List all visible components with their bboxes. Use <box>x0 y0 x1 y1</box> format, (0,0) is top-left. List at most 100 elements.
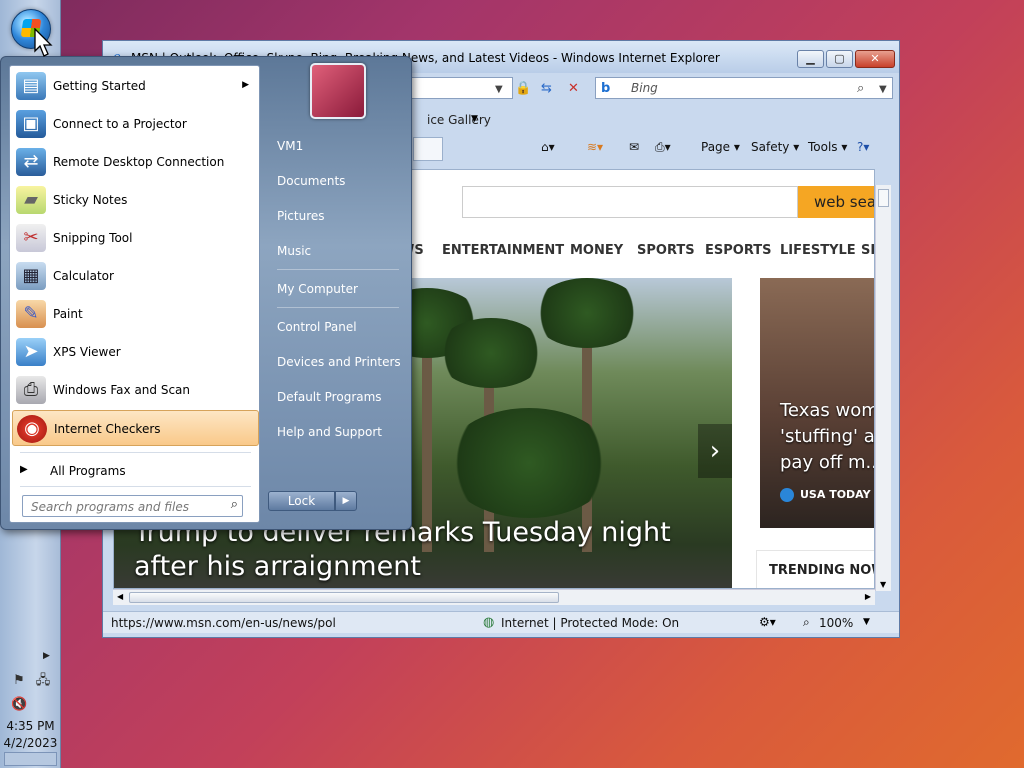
search-icon[interactable]: ⌕ <box>231 497 238 512</box>
address-dropdown-icon[interactable]: ▼ <box>495 84 503 95</box>
paint-icon: ✎ <box>16 300 46 328</box>
print-icon[interactable]: ⎙▾ <box>655 140 671 155</box>
security-zone[interactable]: Internet | Protected Mode: On <box>501 616 679 630</box>
bing-search-placeholder: Bing <box>631 81 658 95</box>
program-label: Remote Desktop Connection <box>53 155 225 169</box>
remote-desktop-icon: ⇄ <box>16 148 46 176</box>
safety-menu[interactable]: Safety ▾ <box>751 140 799 154</box>
network-icon[interactable]: 🖧 <box>35 673 51 689</box>
user-account-picture[interactable] <box>310 63 366 119</box>
carousel-next-button[interactable]: › <box>698 424 732 478</box>
trending-now-header: TRENDING NOW <box>756 550 874 588</box>
msn-search-input[interactable] <box>462 186 798 218</box>
volume-muted-icon[interactable]: 🔇 <box>11 697 27 713</box>
usa-today-logo-icon <box>780 488 794 502</box>
palm-crown <box>444 408 614 518</box>
horizontal-scroll-thumb[interactable] <box>129 592 559 603</box>
refresh-icon[interactable]: ⇆ <box>541 81 552 96</box>
program-snipping-tool[interactable]: ✂ Snipping Tool <box>12 220 259 256</box>
vertical-scrollbar[interactable]: ▼ <box>875 185 891 591</box>
clock-date[interactable]: 4/2/2023 <box>0 736 61 750</box>
tray-expand-icon[interactable]: ▶ <box>43 651 50 661</box>
show-desktop-button[interactable] <box>4 752 57 766</box>
program-remote-desktop[interactable]: ⇄ Remote Desktop Connection <box>12 144 259 180</box>
nav-shopping[interactable]: SH <box>861 243 874 258</box>
side-news-card[interactable]: Texas woman's 'stuffing' and ... to pay … <box>760 278 875 528</box>
safety-menu-label: Safety <box>751 140 790 154</box>
help-icon[interactable]: ?▾ <box>857 140 869 154</box>
right-item-label: Documents <box>277 174 346 188</box>
zoom-icon[interactable]: ⌕ <box>803 615 810 630</box>
calculator-icon: ▦ <box>16 262 46 290</box>
maximize-button[interactable]: ▢ <box>826 50 853 68</box>
all-programs-arrow-icon: ▶ <box>20 464 28 475</box>
scroll-left-arrow-icon[interactable]: ◀ <box>117 592 123 601</box>
scroll-right-arrow-icon[interactable]: ▶ <box>865 592 871 601</box>
all-programs-label: All Programs <box>50 464 126 478</box>
zoom-level[interactable]: 100% <box>819 616 853 630</box>
start-search-input[interactable]: Search programs and files ⌕ <box>22 495 243 517</box>
xps-viewer-icon: ➤ <box>16 338 46 366</box>
program-paint[interactable]: ✎ Paint <box>12 296 259 332</box>
horizontal-scrollbar[interactable]: ◀ ▶ <box>113 589 875 605</box>
minimize-button[interactable]: ▁ <box>797 50 824 68</box>
zoom-dropdown-icon[interactable]: ▼ <box>863 617 870 627</box>
lock-icon[interactable]: 🔒 <box>515 81 531 96</box>
sticky-notes-icon: ▰ <box>16 186 46 214</box>
program-label: Snipping Tool <box>53 231 133 245</box>
program-sticky-notes[interactable]: ▰ Sticky Notes <box>12 182 259 218</box>
vertical-scroll-thumb[interactable] <box>878 189 889 207</box>
right-item-label: Control Panel <box>277 320 357 334</box>
right-item-control-panel[interactable]: Control Panel <box>269 314 405 342</box>
home-icon[interactable]: ⌂▾ <box>541 140 555 154</box>
right-item-music[interactable]: Music <box>269 238 405 266</box>
right-item-label: Music <box>277 244 312 258</box>
program-internet-checkers[interactable]: ◉ Internet Checkers <box>12 410 259 446</box>
fax-scan-icon: ⎙ <box>16 376 46 404</box>
clock-time[interactable]: 4:35 PM <box>0 719 61 733</box>
favorites-dropdown-icon[interactable]: ▼ <box>471 114 478 124</box>
nav-entertainment[interactable]: ENTERTAINMENT <box>442 243 564 258</box>
program-label: Windows Fax and Scan <box>53 383 191 397</box>
program-calculator[interactable]: ▦ Calculator <box>12 258 259 294</box>
right-item-vm1[interactable]: VM1 <box>269 133 405 161</box>
all-programs-button[interactable]: ▶ All Programs <box>20 461 250 483</box>
right-item-default-programs[interactable]: Default Programs <box>269 384 405 412</box>
scroll-down-arrow-icon[interactable]: ▼ <box>880 580 886 589</box>
program-getting-started[interactable]: ▤ Getting Started ▶ <box>12 68 259 104</box>
right-item-documents[interactable]: Documents <box>269 168 405 196</box>
web-search-button[interactable]: web search <box>798 186 874 218</box>
read-mail-icon[interactable]: ✉ <box>629 140 639 154</box>
side-news-title: Texas woman's 'stuffing' and ... to pay … <box>780 400 875 473</box>
browser-tab[interactable] <box>413 137 443 161</box>
right-item-help-support[interactable]: Help and Support <box>269 419 405 447</box>
search-dropdown-icon[interactable]: ▼ <box>879 84 887 95</box>
search-icon[interactable]: ⌕ <box>857 81 864 96</box>
program-label: Connect to a Projector <box>53 117 187 131</box>
tools-menu-label: Tools <box>808 140 838 154</box>
web-slice-gallery-link[interactable]: ice Gallery <box>427 113 491 127</box>
feeds-icon[interactable]: ≋▾ <box>587 140 603 154</box>
lock-button[interactable]: Lock <box>268 491 335 511</box>
right-item-label: Devices and Printers <box>277 355 401 369</box>
bing-logo-icon: b <box>601 81 611 96</box>
right-item-my-computer[interactable]: My Computer <box>269 276 405 304</box>
right-item-pictures[interactable]: Pictures <box>269 203 405 231</box>
nav-esports[interactable]: ESPORTS <box>705 243 771 258</box>
right-item-devices-printers[interactable]: Devices and Printers <box>269 349 405 377</box>
stop-icon[interactable]: ✕ <box>568 81 579 96</box>
mouse-cursor-icon <box>34 28 53 57</box>
nav-sports[interactable]: SPORTS <box>637 243 695 258</box>
tools-menu[interactable]: Tools ▾ <box>808 140 847 154</box>
program-xps-viewer[interactable]: ➤ XPS Viewer <box>12 334 259 370</box>
program-connect-to-projector[interactable]: ▣ Connect to a Projector <box>12 106 259 142</box>
action-center-flag-icon[interactable]: ⚑ <box>11 673 27 689</box>
nav-lifestyle[interactable]: LIFESTYLE <box>780 243 856 258</box>
close-button[interactable]: ✕ <box>855 50 895 68</box>
shutdown-options-arrow-icon[interactable]: ▶ <box>335 491 357 511</box>
getting-started-icon: ▤ <box>16 72 46 100</box>
program-windows-fax-scan[interactable]: ⎙ Windows Fax and Scan <box>12 372 259 408</box>
protected-mode-icon[interactable]: ⚙▾ <box>759 615 776 629</box>
page-menu[interactable]: Page ▾ <box>701 140 740 154</box>
nav-money[interactable]: MONEY <box>570 243 623 258</box>
